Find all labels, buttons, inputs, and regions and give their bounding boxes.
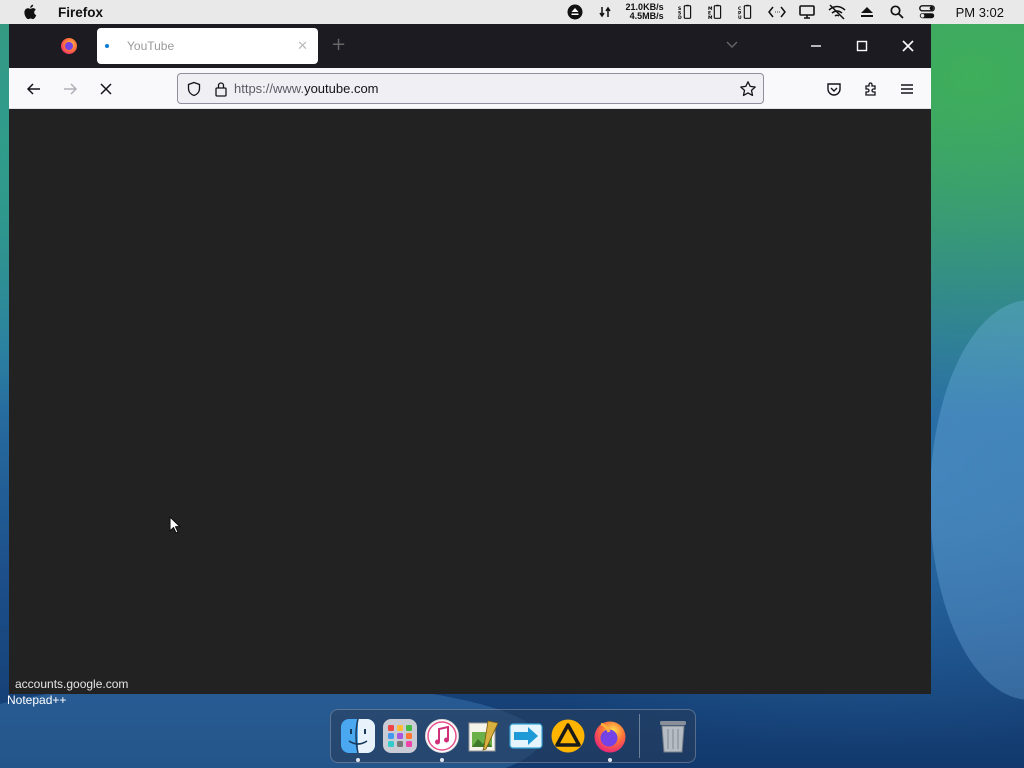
eject-icon[interactable] [858, 4, 876, 20]
running-indicator [440, 758, 444, 762]
lock-icon[interactable] [214, 81, 228, 97]
status-panel-link: accounts.google.com [9, 674, 135, 694]
url-bar[interactable]: https://www.youtube.com [177, 73, 764, 104]
forward-button[interactable] [57, 76, 83, 102]
wifi-off-icon[interactable] [828, 4, 846, 20]
back-button[interactable] [21, 76, 47, 102]
finder-icon[interactable] [339, 717, 377, 762]
memory-battery-icon[interactable]: MEM [708, 4, 726, 21]
image-editor-icon[interactable] [465, 717, 503, 755]
display-icon[interactable] [798, 4, 816, 20]
cpu-battery-icon[interactable]: CPU [738, 4, 756, 21]
migration-assistant-icon[interactable] [507, 717, 545, 755]
launchpad-icon[interactable] [381, 717, 419, 755]
app-menu-hamburger-icon[interactable] [894, 76, 920, 102]
minimize-button[interactable] [804, 34, 828, 58]
apple-menu-icon[interactable] [22, 4, 38, 20]
close-window-button[interactable] [896, 34, 920, 58]
tab-title: YouTube [127, 39, 175, 53]
svg-text:M: M [708, 15, 713, 21]
trash-icon[interactable] [654, 717, 692, 755]
tab-youtube[interactable]: YouTube ✕ [97, 28, 318, 64]
extensions-puzzle-icon[interactable] [858, 76, 884, 102]
svg-text:D: D [678, 15, 682, 21]
itunes-icon[interactable] [423, 717, 461, 762]
menubar-clock[interactable]: PM 3:02 [956, 5, 1004, 20]
tab-loading-icon [105, 44, 109, 48]
control-center-icon[interactable] [918, 4, 936, 20]
running-indicator [608, 758, 612, 762]
url-text[interactable]: https://www.youtube.com [234, 81, 379, 96]
aimp-player-icon[interactable] [549, 717, 587, 755]
stop-loading-button[interactable] [93, 76, 119, 102]
maximize-button[interactable] [850, 34, 874, 58]
menu-bar: Firefox 21.0KB/s 4.5MB/s SSD MEM CPU PM … [0, 0, 1024, 24]
eject-circle-icon[interactable] [566, 4, 584, 20]
firefox-view-icon[interactable] [61, 38, 77, 54]
dock [330, 709, 696, 763]
tab-close-icon[interactable]: ✕ [297, 38, 308, 54]
url-prefix: https://www. [234, 81, 305, 96]
firefox-icon[interactable] [591, 717, 629, 762]
net-download-speed: 4.5MB/s [629, 11, 664, 21]
list-all-tabs-chevron-icon[interactable] [725, 36, 739, 50]
code-brackets-icon[interactable] [767, 4, 786, 20]
network-speed[interactable]: 21.0KB/s 4.5MB/s [626, 3, 664, 21]
pocket-button[interactable] [821, 76, 847, 102]
dock-separator [639, 714, 640, 758]
navigation-toolbar: https://www.youtube.com [9, 68, 931, 109]
wallpaper-wave [930, 300, 1024, 700]
network-arrows-icon[interactable] [596, 4, 614, 20]
mouse-cursor-icon [169, 516, 181, 538]
search-icon[interactable] [888, 4, 906, 20]
tracking-protection-shield-icon[interactable] [186, 81, 202, 97]
firefox-window: YouTube ✕ + https://www.youtube.com acco… [9, 24, 931, 694]
desktop-app-label[interactable]: Notepad++ [7, 693, 66, 707]
running-indicator [356, 758, 360, 762]
new-tab-button[interactable]: + [331, 34, 346, 55]
url-host: youtube.com [304, 81, 379, 96]
svg-text:U: U [738, 15, 742, 21]
ssd-battery-icon[interactable]: SSD [678, 4, 696, 21]
bookmark-star-icon[interactable] [739, 80, 757, 98]
tab-bar: YouTube ✕ + [9, 24, 931, 68]
active-app-name[interactable]: Firefox [58, 5, 103, 20]
page-content[interactable]: accounts.google.com [9, 109, 931, 694]
